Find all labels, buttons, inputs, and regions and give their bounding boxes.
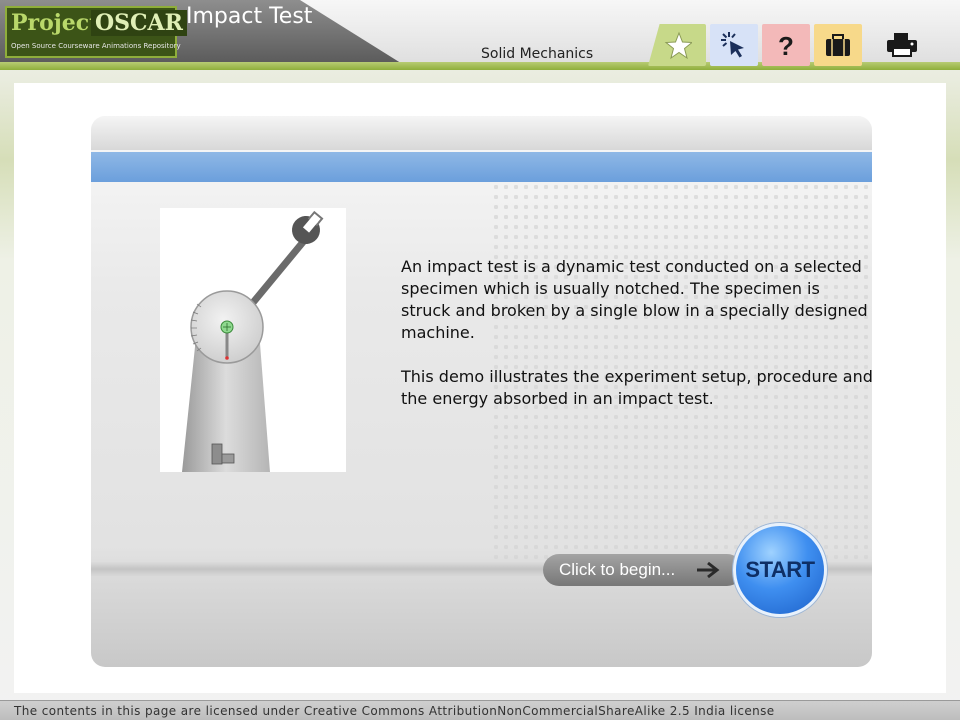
briefcase-icon <box>826 34 850 56</box>
arrow-right-icon <box>697 561 720 579</box>
license-text: The contents in this page are licensed u… <box>14 704 775 718</box>
toolkit-button[interactable] <box>814 24 862 66</box>
question-icon: ? <box>778 31 794 60</box>
printer-icon <box>887 33 917 57</box>
license-footer: The contents in this page are licensed u… <box>0 700 960 720</box>
help-button[interactable]: ? <box>762 24 810 66</box>
page-title: Impact Test <box>186 4 313 29</box>
card-top-bar <box>91 116 872 150</box>
description-paragraph-2: This demo illustrates the experiment set… <box>401 367 873 408</box>
experiment-description: An impact test is a dynamic test conduct… <box>401 256 873 432</box>
impact-tester-illustration <box>160 208 346 472</box>
logo-word-oscar: OSCAR <box>91 10 187 36</box>
print-button[interactable] <box>878 24 926 66</box>
svg-text:?: ? <box>778 31 794 60</box>
star-icon <box>664 31 692 60</box>
interact-button[interactable] <box>710 24 758 66</box>
description-paragraph-1: An impact test is a dynamic test conduct… <box>401 257 868 342</box>
logo-word-project: Project <box>11 10 100 36</box>
project-oscar-logo[interactable]: Project OSCAR Open Source Courseware Ani… <box>5 6 187 58</box>
subject-label: Solid Mechanics <box>481 46 594 62</box>
start-button[interactable]: START <box>733 523 827 617</box>
pointer-click-icon <box>721 32 744 58</box>
header: Project OSCAR Open Source Courseware Ani… <box>0 0 960 70</box>
card-title-band <box>91 152 872 182</box>
logo-tagline: Open Source Courseware Animations Reposi… <box>11 42 181 50</box>
click-to-begin-button[interactable]: Click to begin... <box>543 554 743 586</box>
click-to-begin-label: Click to begin... <box>559 560 676 579</box>
pendulum-machine-icon <box>182 210 324 472</box>
start-button-label: START <box>745 557 815 582</box>
